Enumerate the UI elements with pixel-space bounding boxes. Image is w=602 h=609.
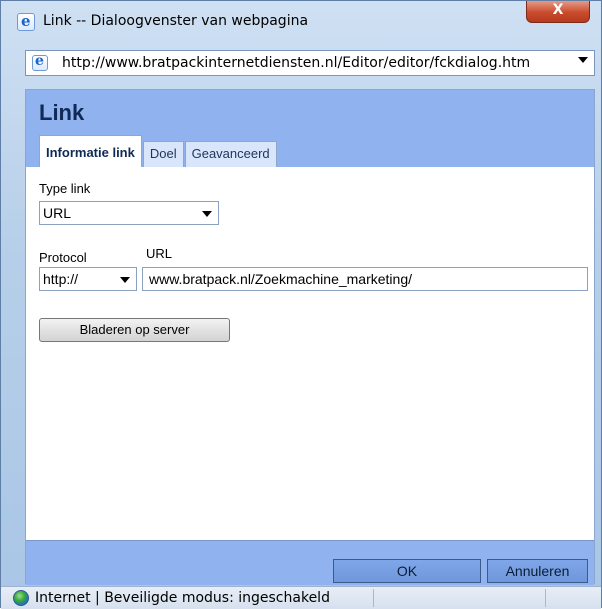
address-bar[interactable]: http://www.bratpackinternetdiensten.nl/E… bbox=[25, 50, 595, 76]
status-text: Internet | Beveiligde modus: ingeschakel… bbox=[35, 590, 330, 606]
status-divider bbox=[373, 589, 374, 607]
dialog-window: Link -- Dialoogvenster van webpagina X h… bbox=[0, 0, 602, 609]
close-button[interactable]: X bbox=[526, 1, 590, 23]
cancel-button[interactable]: Annuleren bbox=[487, 559, 588, 583]
address-url: http://www.bratpackinternetdiensten.nl/E… bbox=[62, 55, 531, 71]
page-icon bbox=[32, 53, 48, 71]
chevron-down-icon[interactable] bbox=[578, 57, 588, 63]
close-icon: X bbox=[552, 2, 564, 18]
dialog-header: Link Informatie link Doel Geavanceerd bbox=[26, 90, 594, 167]
dialog-footer: OK Annuleren bbox=[26, 540, 594, 585]
globe-icon bbox=[13, 590, 29, 606]
status-bar: Internet | Beveiligde modus: ingeschakel… bbox=[1, 586, 601, 609]
ok-button[interactable]: OK bbox=[333, 559, 481, 583]
type-link-label: Type link bbox=[39, 181, 91, 196]
title-bar[interactable]: Link -- Dialoogvenster van webpagina X bbox=[1, 1, 601, 43]
url-input[interactable] bbox=[142, 267, 588, 291]
protocol-label: Protocol bbox=[39, 250, 87, 265]
tab-informatie-link[interactable]: Informatie link bbox=[39, 135, 142, 167]
status-divider bbox=[545, 589, 546, 607]
chevron-down-icon bbox=[120, 277, 130, 283]
chevron-down-icon bbox=[202, 211, 212, 217]
type-link-select[interactable]: URL bbox=[39, 201, 219, 225]
dialog-content: Link Informatie link Doel Geavanceerd Ty… bbox=[25, 89, 595, 585]
tab-bar: Informatie link Doel Geavanceerd bbox=[39, 135, 278, 167]
ie-icon bbox=[17, 12, 35, 31]
type-link-value: URL bbox=[43, 205, 72, 221]
protocol-value: http:// bbox=[43, 271, 79, 287]
tab-doel[interactable]: Doel bbox=[142, 141, 184, 167]
window-title: Link -- Dialoogvenster van webpagina bbox=[43, 13, 309, 29]
protocol-select[interactable]: http:// bbox=[39, 267, 137, 291]
url-label: URL bbox=[146, 246, 173, 261]
dialog-title: Link bbox=[39, 100, 85, 125]
browse-server-button[interactable]: Bladeren op server bbox=[39, 318, 230, 342]
tab-geavanceerd[interactable]: Geavanceerd bbox=[184, 141, 277, 167]
